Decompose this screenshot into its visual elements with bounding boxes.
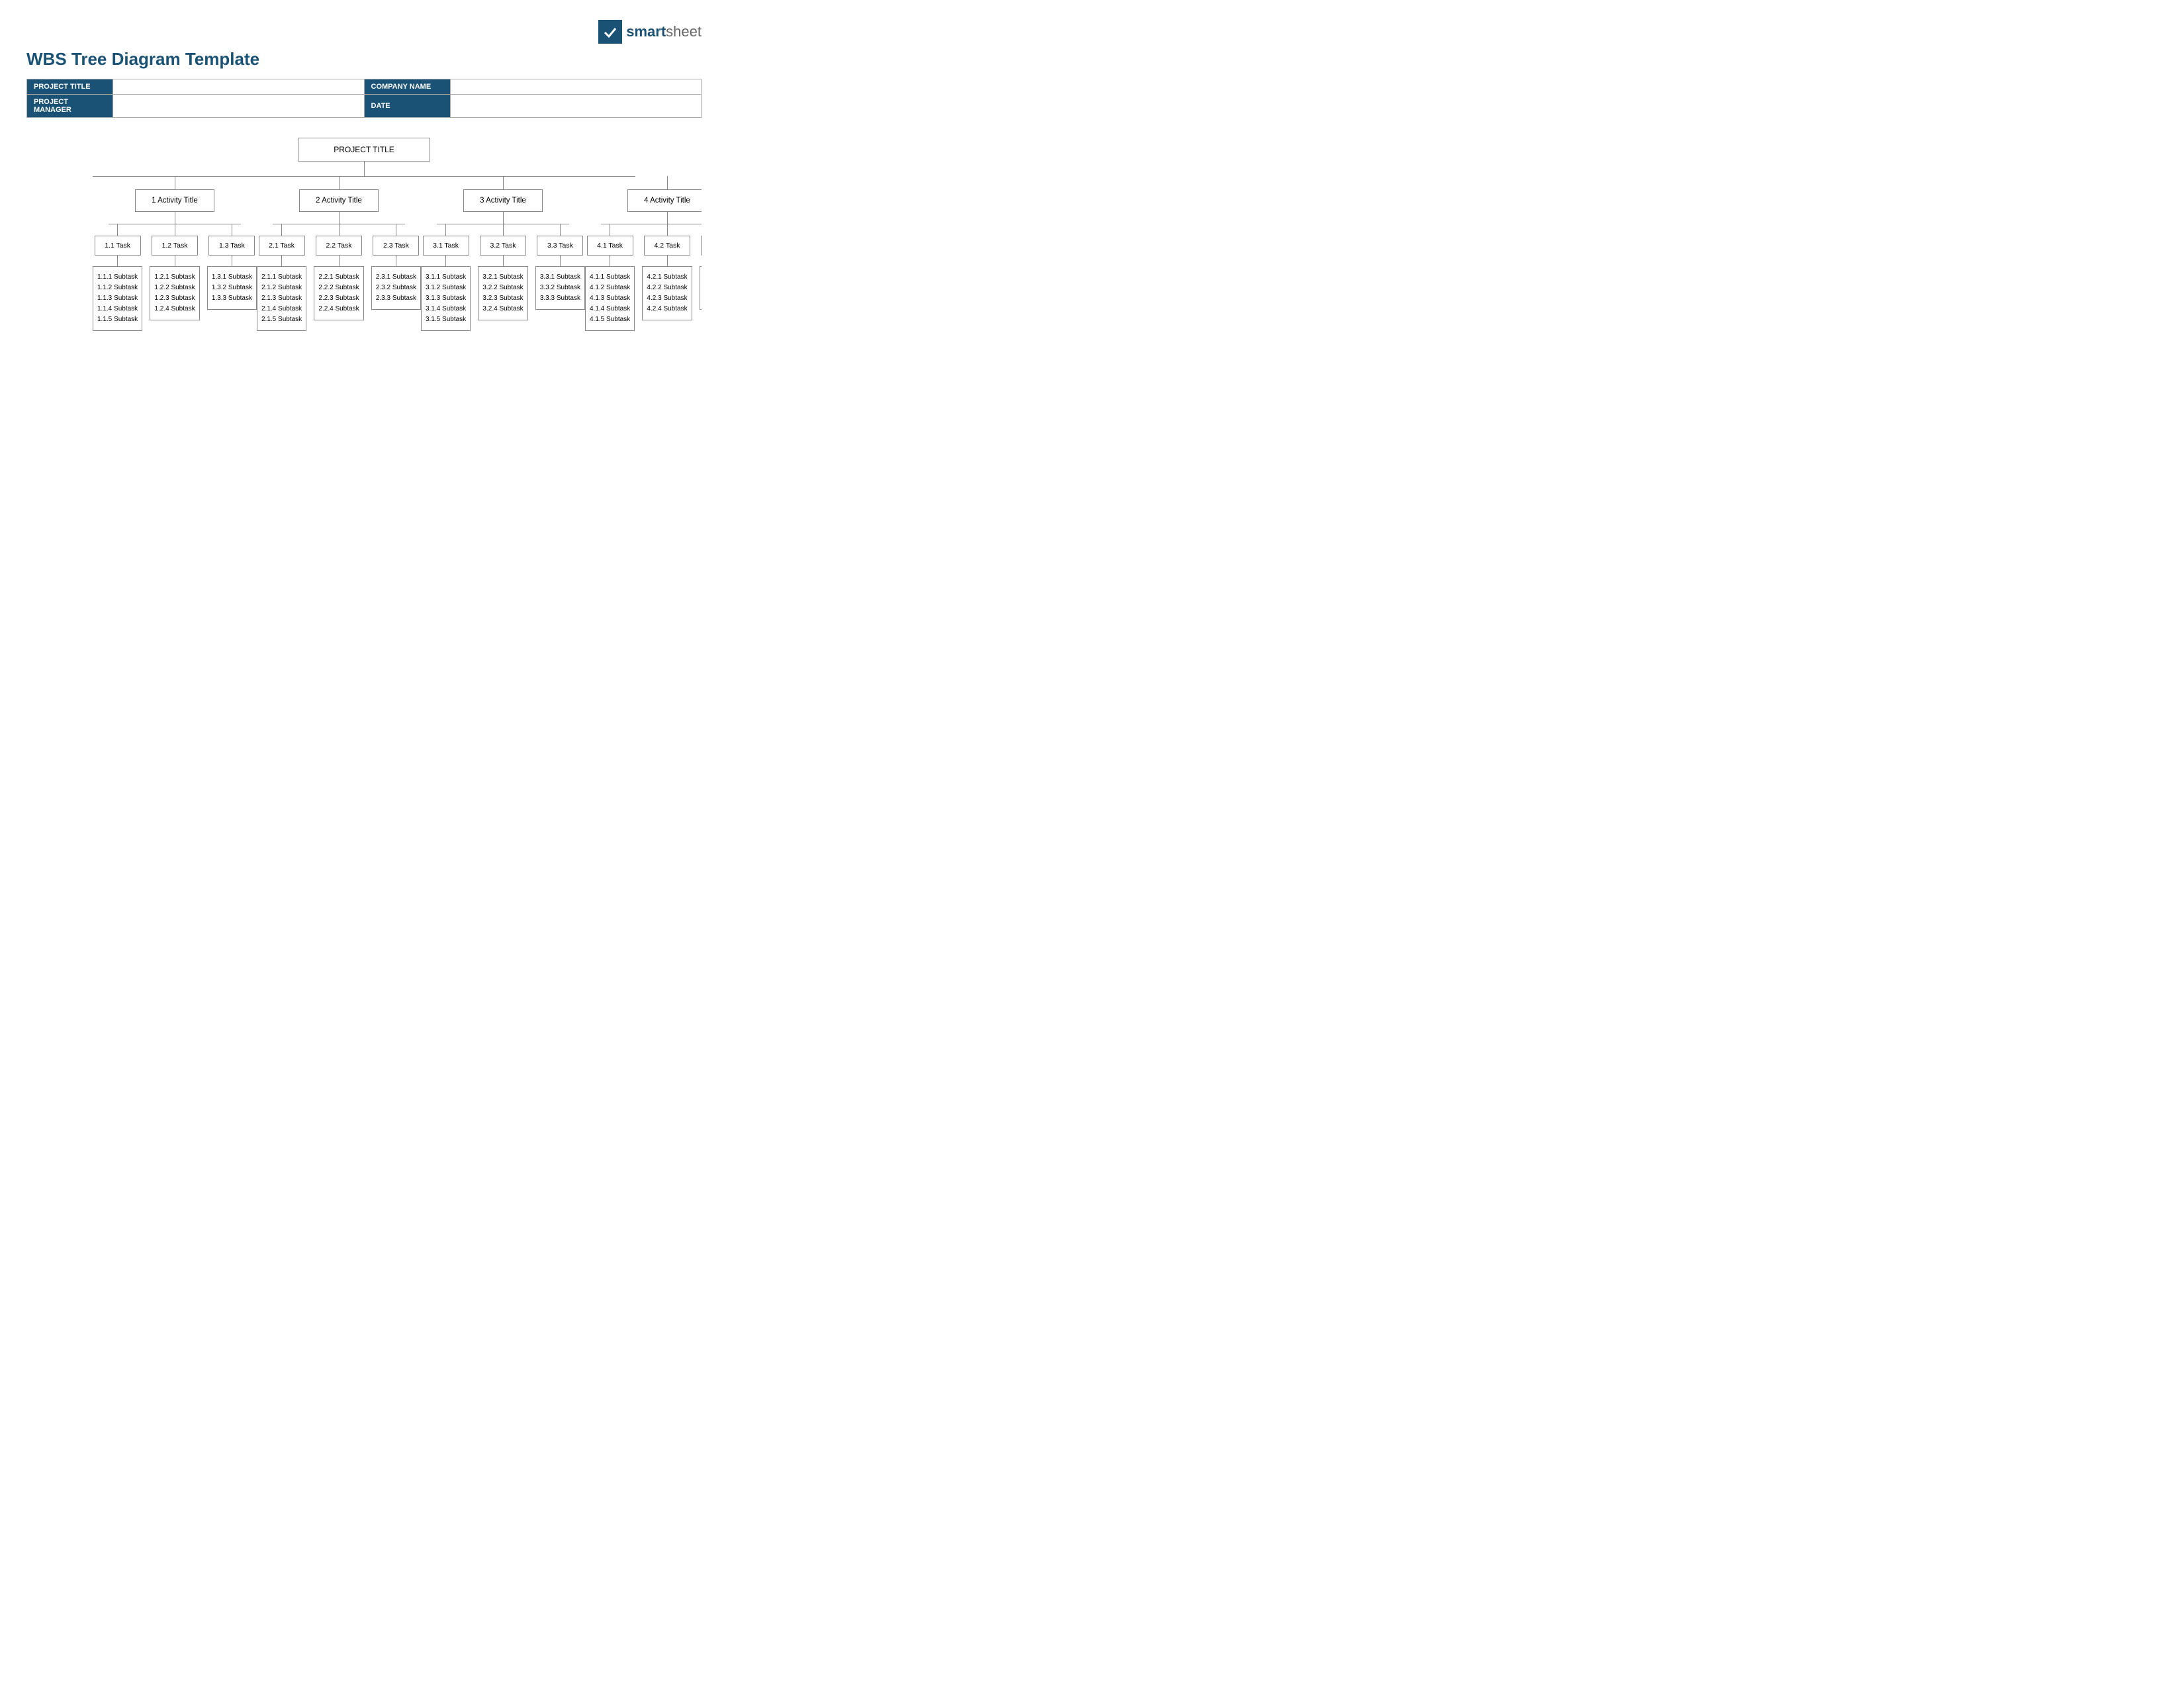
info-row-project-title: PROJECT TITLE COMPANY NAME	[27, 79, 702, 95]
subtask-2-1: 2.1.1 Subtask 2.1.2 Subtask 2.1.3 Subtas…	[257, 266, 306, 331]
task-4-2-node: 4.2 Task	[644, 236, 690, 256]
company-name-value[interactable]	[450, 79, 702, 95]
root-node: PROJECT TITLE	[298, 138, 430, 162]
activity-3-node: 3 Activity Title	[463, 189, 543, 212]
subtask-4-3: 4.3.1 Subtask 4.3.2 Subtask 4.3.3 Subtas…	[700, 266, 702, 310]
smartsheet-logo: smartsheet	[598, 20, 702, 44]
task-3-2-node: 3.2 Task	[480, 236, 526, 256]
subtask-3-2: 3.2.1 Subtask 3.2.2 Subtask 3.2.3 Subtas…	[478, 266, 527, 320]
page-title: WBS Tree Diagram Template	[26, 49, 702, 70]
project-title-value[interactable]	[113, 79, 365, 95]
subtask-1-3: 1.3.1 Subtask 1.3.2 Subtask 1.3.3 Subtas…	[207, 266, 257, 310]
subtask-2-3: 2.3.1 Subtask 2.3.2 Subtask 2.3.3 Subtas…	[371, 266, 421, 310]
subtask-3-1: 3.1.1 Subtask 3.1.2 Subtask 3.1.3 Subtas…	[421, 266, 471, 331]
date-value[interactable]	[450, 95, 702, 118]
task-3-1-node: 3.1 Task	[423, 236, 469, 256]
subtask-4-2: 4.2.1 Subtask 4.2.2 Subtask 4.2.3 Subtas…	[642, 266, 692, 320]
logo-check-icon	[598, 20, 622, 44]
subtask-4-1: 4.1.1 Subtask 4.1.2 Subtask 4.1.3 Subtas…	[585, 266, 635, 331]
task-1-2-node: 1.2 Task	[152, 236, 198, 256]
logo-text: smartsheet	[626, 23, 702, 40]
task-3-3-node: 3.3 Task	[537, 236, 583, 256]
task-1-1-node: 1.1 Task	[95, 236, 141, 256]
project-manager-value[interactable]	[113, 95, 365, 118]
task-1-3-node: 1.3 Task	[208, 236, 255, 256]
subtask-3-3: 3.3.1 Subtask 3.3.2 Subtask 3.3.3 Subtas…	[535, 266, 585, 310]
task-4-1-node: 4.1 Task	[587, 236, 633, 256]
activity-4-node: 4 Activity Title	[627, 189, 702, 212]
subtask-1-1: 1.1.1 Subtask 1.1.2 Subtask 1.1.3 Subtas…	[93, 266, 142, 331]
info-row-manager: PROJECT MANAGER DATE	[27, 95, 702, 118]
task-2-3-node: 2.3 Task	[373, 236, 419, 256]
activity-1-node: 1 Activity Title	[135, 189, 214, 212]
subtask-1-2: 1.2.1 Subtask 1.2.2 Subtask 1.2.3 Subtas…	[150, 266, 199, 320]
logo-area: smartsheet	[26, 20, 702, 44]
project-manager-label: PROJECT MANAGER	[27, 95, 113, 118]
subtask-2-2: 2.2.1 Subtask 2.2.2 Subtask 2.2.3 Subtas…	[314, 266, 363, 320]
date-label: DATE	[364, 95, 450, 118]
activity-2-node: 2 Activity Title	[299, 189, 379, 212]
wbs-tree: PROJECT TITLE 1 Activity Title	[26, 138, 702, 331]
info-table: PROJECT TITLE COMPANY NAME PROJECT MANAG…	[26, 79, 702, 118]
task-2-2-node: 2.2 Task	[316, 236, 362, 256]
task-2-1-node: 2.1 Task	[259, 236, 305, 256]
task-4-3-node: 4.3 Task	[701, 236, 702, 256]
company-name-label: COMPANY NAME	[364, 79, 450, 95]
project-title-label: PROJECT TITLE	[27, 79, 113, 95]
